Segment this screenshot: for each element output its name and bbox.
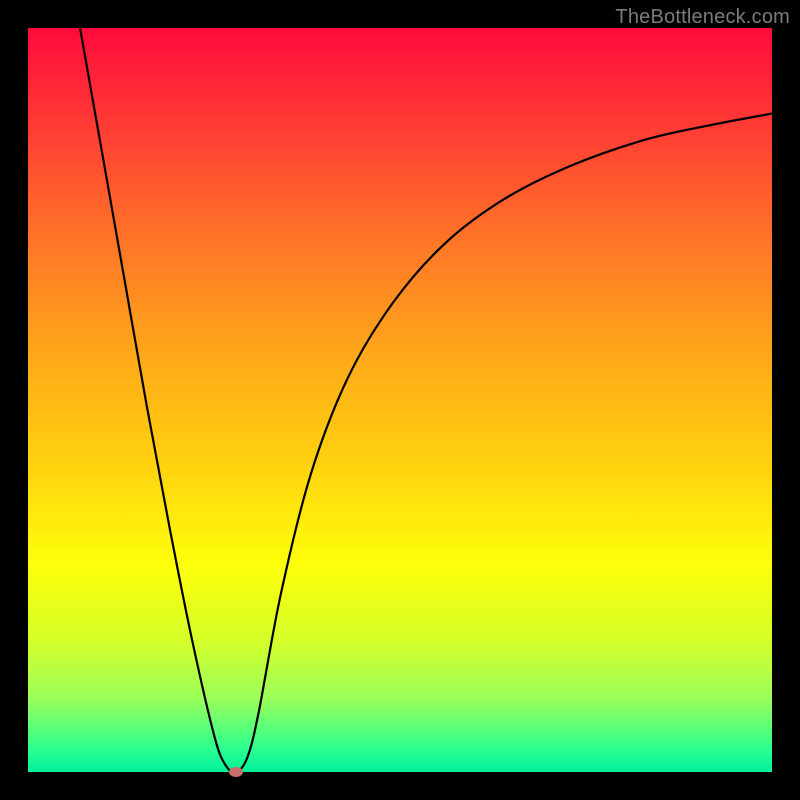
watermark-text: TheBottleneck.com xyxy=(615,6,790,29)
plot-area xyxy=(28,28,772,772)
bottleneck-curve xyxy=(28,28,772,772)
chart-stage: TheBottleneck.com xyxy=(0,0,800,800)
minimum-marker xyxy=(229,767,243,777)
